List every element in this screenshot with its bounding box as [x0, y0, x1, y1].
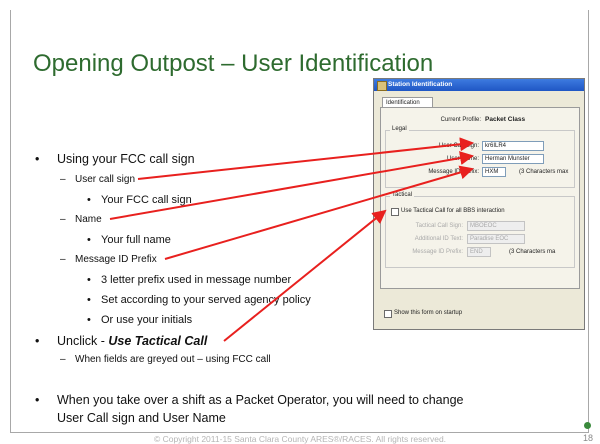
slide: Opening Outpost – User Identification • U…: [0, 0, 600, 444]
accent-dot: [584, 422, 591, 429]
copyright-footer: © Copyright 2011-15 Santa Clara County A…: [153, 434, 447, 444]
arrow-user-name: [109, 151, 474, 220]
arrow-user-call-sign: [137, 137, 474, 180]
annotation-arrows: [109, 137, 474, 342]
arrow-use-tactical-call: [223, 209, 387, 342]
page-number: 18: [583, 433, 594, 443]
